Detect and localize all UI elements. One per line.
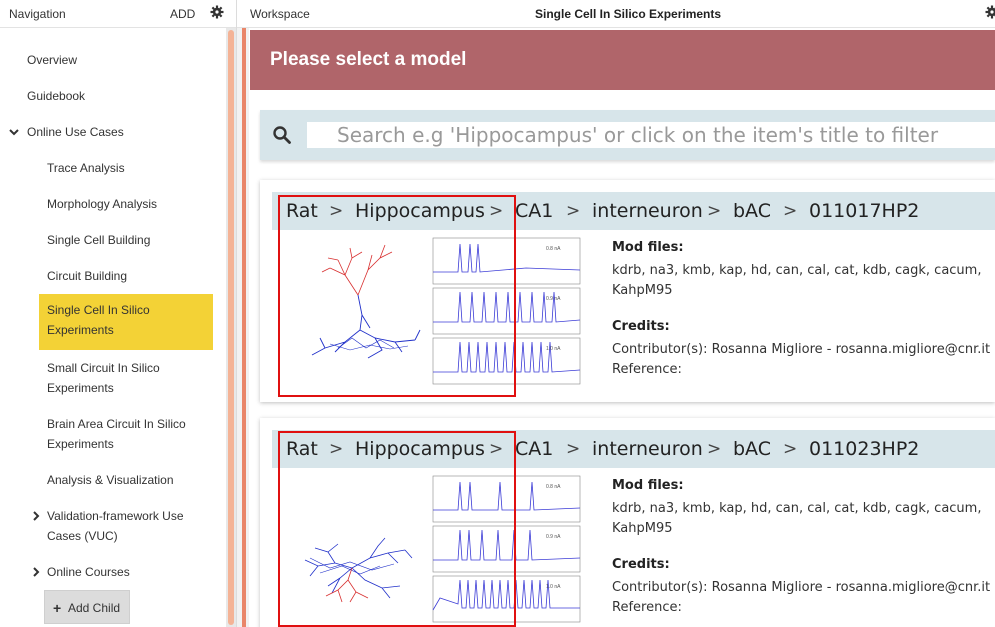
nav-item-small-circuit-in-silico-experiments[interactable]: Small Circuit In Silico Experiments [47,358,160,398]
chevron-right-icon[interactable] [31,511,41,521]
navigation-title: Navigation [9,7,66,21]
page-title: Single Cell In Silico Experiments [535,7,722,21]
nav-item-online-courses[interactable]: Online Courses [47,562,130,582]
nav-item-guidebook[interactable]: Guidebook [27,86,85,106]
trace-label: 0.8 nA [546,246,561,252]
crumb-separator: > [707,439,722,459]
add-button[interactable]: ADD [170,7,195,21]
trace-label: 1.0 nA [546,346,561,352]
nav-item-overview[interactable]: Overview [27,50,77,70]
crumb-cell-type[interactable]: interneuron [592,438,703,460]
mod-files-list-cont: KahpM95 [612,521,673,536]
nav-item-analysis-visualization[interactable]: Analysis & Visualization [47,470,174,490]
banner-text: Please select a model [270,49,467,70]
mod-files-list: kdrb, na3, kmb, kap, hd, can, cal, cat, … [612,263,982,278]
crumb-separator: > [566,201,581,221]
crumb-separator: > [783,439,798,459]
nav-item-label-line2: Experiments [47,381,114,395]
trace-label: 0.9 nA [546,296,561,302]
nav-item-label: Single Cell In Silico [47,303,150,317]
workspace-scrollbar[interactable] [237,28,249,627]
nav-item-single-cell-building[interactable]: Single Cell Building [47,230,150,250]
trace-label: 0.9 nA [546,534,561,540]
nav-item-morphology-analysis[interactable]: Morphology Analysis [47,194,157,214]
highlight-box [278,195,516,397]
workspace-scrollbar-thumb[interactable] [242,28,246,627]
plus-icon: + [53,600,62,616]
mod-files-list: kdrb, na3, kmb, kap, hd, can, cal, cat, … [612,501,982,516]
nav-item-label: Single Cell Building [47,233,151,247]
nav-item-label: Overview [27,53,78,67]
nav-item-brain-area-circuit-in-silico-experiments[interactable]: Brain Area Circuit In Silico Experiments [47,414,186,454]
add-child-button[interactable]: + Add Child [44,590,130,624]
reference: Reference: [612,362,682,377]
crumb-cell-region[interactable]: CA1 [515,200,553,222]
nav-item-label: Validation-framework Use [47,509,184,523]
nav-item-trace-analysis[interactable]: Trace Analysis [47,158,125,178]
contributors: Contributor(s): Rosanna Migliore - rosan… [612,580,991,595]
trace-label: 0.8 nA [546,484,561,490]
gear-icon[interactable] [210,5,224,19]
search-bar [260,110,995,160]
nav-item-label: Trace Analysis [47,161,125,175]
nav-item-label: Guidebook [27,89,86,103]
nav-item-online-use-cases[interactable]: Online Use Cases [27,122,124,142]
nav-item-label-line2: Experiments [47,437,114,451]
crumb-e-type[interactable]: bAC [733,438,771,460]
nav-item-label: Brain Area Circuit In Silico [47,417,186,431]
search-icon[interactable] [272,125,292,145]
nav-item-label-line2: Experiments [47,323,114,337]
trace-label: 1.0 nA [546,584,561,590]
nav-item-validation-framework-use-cases[interactable]: Validation-framework Use Cases (VUC) [47,506,184,546]
crumb-separator: > [707,201,722,221]
mod-files-heading: Mod files: [612,478,684,493]
model-details: Mod files: kdrb, na3, kmb, kap, hd, can,… [612,240,995,380]
crumb-separator: > [566,439,581,459]
workspace-label: Workspace [250,7,310,21]
crumb-e-type[interactable]: bAC [733,200,771,222]
nav-item-label: Morphology Analysis [47,197,158,211]
model-details: Mod files: kdrb, na3, kmb, kap, hd, can,… [612,478,995,618]
workspace-header: Workspace Single Cell In Silico Experime… [237,0,995,28]
nav-item-label: Online Use Cases [27,125,124,139]
reference: Reference: [612,600,682,615]
crumb-cell-id[interactable]: 011017HP2 [809,200,919,222]
add-child-label: Add Child [68,601,121,615]
nav-item-circuit-building[interactable]: Circuit Building [47,266,127,286]
nav-item-label: Online Courses [47,565,130,579]
highlight-box [278,431,516,627]
mod-files-heading: Mod files: [612,240,684,255]
navigation-panel: Navigation ADD Overview Guidebook Online… [0,0,236,627]
navigation-header: Navigation ADD [0,0,236,28]
navigation-scrollbar-thumb[interactable] [228,30,234,625]
credits-heading: Credits: [612,319,670,334]
nav-item-label: Analysis & Visualization [47,473,174,487]
crumb-cell-id[interactable]: 011023HP2 [809,438,919,460]
contributors: Contributor(s): Rosanna Migliore - rosan… [612,342,991,357]
nav-item-label-line2: Cases (VUC) [47,529,118,543]
crumb-cell-region[interactable]: CA1 [515,438,553,460]
nav-item-label: Circuit Building [47,269,128,283]
select-model-banner: Please select a model [250,30,995,90]
navigation-scrollbar[interactable] [226,28,236,627]
chevron-down-icon[interactable] [9,127,19,137]
crumb-separator: > [783,201,798,221]
nav-item-single-cell-in-silico-experiments[interactable]: Single Cell In Silico Experiments [39,294,213,350]
gear-icon[interactable] [985,5,995,19]
credits-heading: Credits: [612,557,670,572]
chevron-right-icon[interactable] [31,567,41,577]
search-input[interactable] [307,122,995,148]
nav-item-label: Small Circuit In Silico [47,361,160,375]
mod-files-list-cont: KahpM95 [612,283,673,298]
crumb-cell-type[interactable]: interneuron [592,200,703,222]
